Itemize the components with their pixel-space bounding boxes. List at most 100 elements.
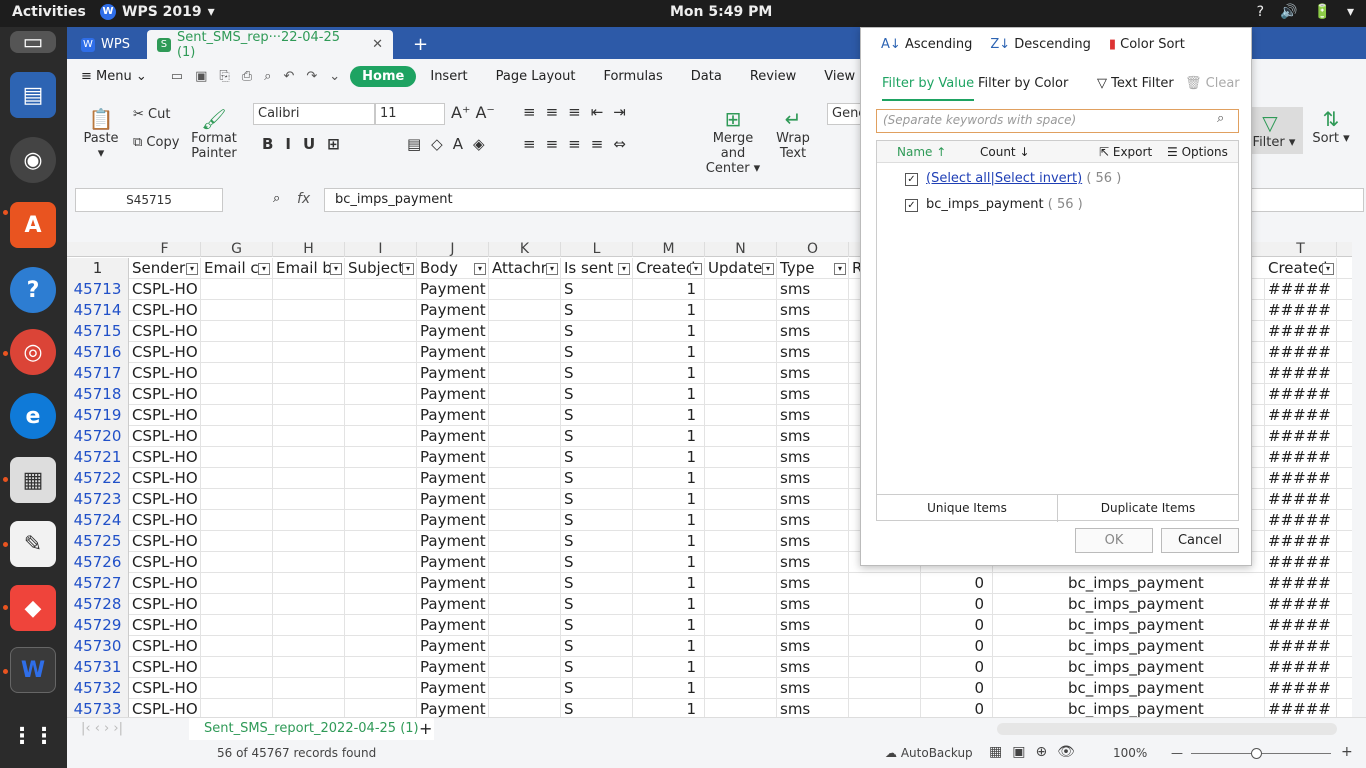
email-cell[interactable] — [273, 636, 345, 657]
attachment-cell[interactable] — [489, 615, 561, 636]
filter-dropdown-icon[interactable]: ▾ — [330, 263, 342, 275]
email-cell[interactable] — [201, 279, 273, 300]
updated-cell[interactable] — [705, 615, 777, 636]
count-cell[interactable]: 0 — [921, 615, 993, 636]
type-cell[interactable]: sms — [777, 573, 849, 594]
category-cell[interactable]: bc_imps_payment — [1065, 699, 1265, 717]
created-cell[interactable]: 1 — [633, 510, 705, 531]
subject-cell[interactable] — [345, 531, 417, 552]
row-number[interactable]: 45724 — [67, 510, 129, 531]
header-cell[interactable]: Sender ▾ — [129, 258, 201, 279]
created-cell[interactable]: 1 — [633, 615, 705, 636]
body-cell[interactable]: Payment of Rs. 20 — [417, 447, 489, 468]
created-cell[interactable]: 1 — [633, 279, 705, 300]
filter-dropdown-icon[interactable]: ▾ — [762, 263, 774, 275]
header-cell[interactable]: Body ▾ — [417, 258, 489, 279]
sender-cell[interactable]: CSPL-HO — [129, 573, 201, 594]
email-cell[interactable] — [201, 699, 273, 717]
is-sent-cell[interactable]: S — [561, 636, 633, 657]
subject-cell[interactable] — [345, 510, 417, 531]
email-cell[interactable] — [273, 426, 345, 447]
count-cell[interactable]: 0 — [921, 594, 993, 615]
type-cell[interactable]: sms — [777, 384, 849, 405]
filter-dropdown-icon[interactable]: ▾ — [834, 263, 846, 275]
copy-button[interactable]: ⧉ Copy — [133, 135, 179, 150]
name-box[interactable]: S45715 — [75, 188, 223, 212]
created-cell[interactable]: 1 — [633, 426, 705, 447]
filter-dropdown-icon[interactable]: ▾ — [690, 263, 702, 275]
row-number[interactable]: 45713 — [67, 279, 129, 300]
body-cell[interactable]: Payment of Rs. 30 — [417, 363, 489, 384]
header-cell[interactable]: Created ▾ — [1265, 258, 1337, 279]
created-date-cell[interactable]: ##### — [1265, 615, 1337, 636]
tab-page-layout[interactable]: Page Layout — [482, 69, 590, 84]
email-cell[interactable] — [273, 363, 345, 384]
filter-dropdown-icon[interactable]: ▾ — [1322, 263, 1334, 275]
row-number[interactable]: 45726 — [67, 552, 129, 573]
col-h[interactable]: H — [273, 242, 345, 257]
sender-cell[interactable]: CSPL-HO — [129, 384, 201, 405]
body-cell[interactable]: Payment of Rs. 22 — [417, 405, 489, 426]
email-cell[interactable] — [201, 573, 273, 594]
updated-cell[interactable] — [705, 468, 777, 489]
row-number[interactable]: 1 — [67, 258, 129, 279]
created-cell[interactable]: 1 — [633, 321, 705, 342]
type-cell[interactable]: sms — [777, 363, 849, 384]
col-m[interactable]: M — [633, 242, 705, 257]
created-cell[interactable]: 1 — [633, 678, 705, 699]
is-sent-cell[interactable]: S — [561, 510, 633, 531]
subject-cell[interactable] — [345, 678, 417, 699]
updated-cell[interactable] — [705, 405, 777, 426]
email-cell[interactable] — [201, 657, 273, 678]
email-cell[interactable] — [201, 636, 273, 657]
zoom-in-button[interactable]: + — [1341, 744, 1353, 760]
col-o[interactable]: O — [777, 242, 849, 257]
updated-cell[interactable] — [705, 279, 777, 300]
created-date-cell[interactable]: ##### — [1265, 447, 1337, 468]
email-cell[interactable] — [201, 615, 273, 636]
new-tab-button[interactable]: + — [403, 30, 438, 59]
created-cell[interactable]: 1 — [633, 573, 705, 594]
body-cell[interactable]: Payment of Rs. 88 — [417, 594, 489, 615]
sender-cell[interactable]: CSPL-HO — [129, 468, 201, 489]
sort-by-count-button[interactable]: Count ↓ — [980, 145, 1030, 159]
wrap-text-button[interactable]: ↵ Wrap Text — [775, 107, 811, 161]
redo-icon[interactable]: ↷ — [306, 69, 317, 84]
attachment-cell[interactable] — [489, 468, 561, 489]
music-icon[interactable]: ◉ — [10, 137, 56, 183]
type-cell[interactable]: sms — [777, 342, 849, 363]
app-menu[interactable]: W WPS 2019 ▾ — [100, 4, 215, 20]
sender-cell[interactable]: CSPL-HO — [129, 615, 201, 636]
created-date-cell[interactable]: ##### — [1265, 405, 1337, 426]
body-cell[interactable]: Payment of Rs. 12 — [417, 279, 489, 300]
subject-cell[interactable] — [345, 342, 417, 363]
email-cell[interactable] — [273, 678, 345, 699]
filter-dropdown-icon[interactable]: ▾ — [402, 263, 414, 275]
updated-cell[interactable] — [705, 657, 777, 678]
created-date-cell[interactable]: ##### — [1265, 636, 1337, 657]
is-sent-cell[interactable]: S — [561, 300, 633, 321]
type-cell[interactable]: sms — [777, 447, 849, 468]
row-number[interactable]: 45728 — [67, 594, 129, 615]
filter-dropdown-icon[interactable]: ▾ — [474, 263, 486, 275]
email-cell[interactable] — [201, 594, 273, 615]
email-cell[interactable] — [273, 552, 345, 573]
count-cell[interactable]: 0 — [921, 573, 993, 594]
header-cell[interactable]: Update ▾ — [705, 258, 777, 279]
row-number[interactable]: 45717 — [67, 363, 129, 384]
row-number[interactable]: 45730 — [67, 636, 129, 657]
tab-home[interactable]: Home — [350, 65, 417, 87]
created-date-cell[interactable]: ##### — [1265, 552, 1337, 573]
subject-cell[interactable] — [345, 405, 417, 426]
created-cell[interactable]: 1 — [633, 594, 705, 615]
fx-icon[interactable]: fx — [297, 191, 310, 207]
search-icon[interactable]: ⌕ — [1217, 111, 1224, 126]
wps-icon[interactable]: W — [10, 647, 56, 693]
row-number[interactable]: 45725 — [67, 531, 129, 552]
count-cell[interactable]: 0 — [921, 678, 993, 699]
body-cell[interactable]: Payment of Rs. 19 — [417, 657, 489, 678]
created-cell[interactable]: 1 — [633, 363, 705, 384]
sender-cell[interactable]: CSPL-HO — [129, 594, 201, 615]
attachment-cell[interactable] — [489, 300, 561, 321]
attachment-cell[interactable] — [489, 531, 561, 552]
